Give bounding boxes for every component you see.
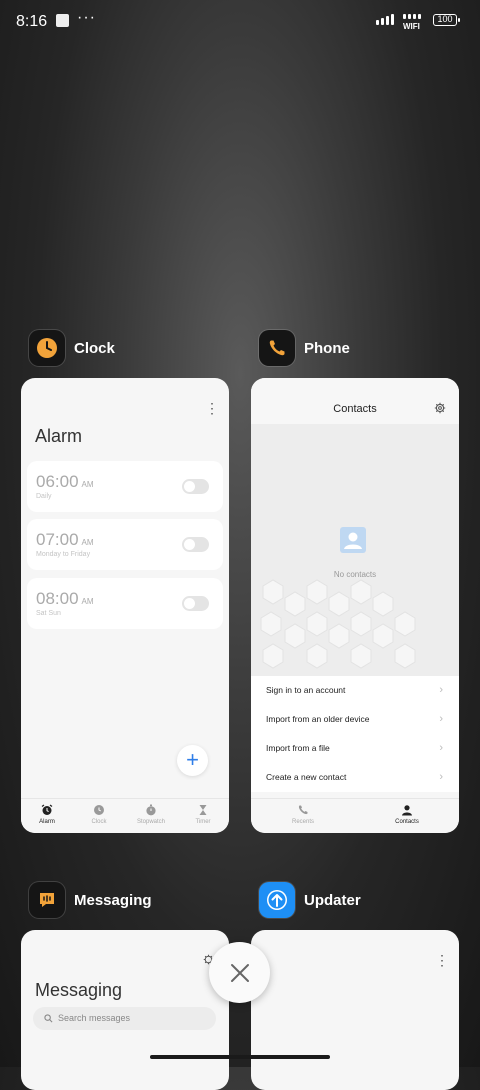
messaging-icon	[29, 882, 65, 918]
create-contact-item[interactable]: Create a new contact ›	[251, 763, 459, 792]
chevron-right-icon: ›	[439, 771, 443, 783]
phone-app-card[interactable]: Contacts No contacts Sign in to an accou…	[251, 378, 459, 833]
contact-placeholder-icon	[340, 527, 366, 553]
contacts-title: Contacts	[333, 403, 377, 415]
nav-alarm[interactable]: Alarm	[21, 799, 73, 833]
alarm-toggle[interactable]	[182, 479, 209, 494]
contacts-action-list: Sign in to an account › Import from an ol…	[251, 676, 459, 792]
alarm-repeat: Sat Sun	[36, 610, 61, 617]
clock-bottom-nav: Alarm Clock Stopwatch Timer	[21, 798, 229, 833]
close-icon	[230, 963, 249, 982]
alarm-time: 07:00 AM	[36, 530, 94, 549]
no-contacts-label: No contacts	[333, 570, 377, 579]
app-name: Updater	[304, 891, 361, 909]
messaging-app-card[interactable]: Messaging Search messages	[21, 930, 229, 1090]
contacts-header: Contacts	[251, 378, 459, 424]
chevron-right-icon: ›	[439, 742, 443, 754]
home-indicator[interactable]	[150, 1055, 330, 1059]
nav-recents[interactable]: Recents	[251, 799, 355, 833]
app-name: Clock	[74, 339, 115, 357]
alarm-title: Alarm	[35, 426, 83, 446]
chevron-right-icon: ›	[439, 684, 443, 696]
alarm-item[interactable]: 07:00 AM Monday to Friday	[27, 519, 223, 570]
import-older-device-item[interactable]: Import from an older device ›	[251, 705, 459, 734]
updater-app-card[interactable]: ⋮	[251, 930, 459, 1090]
alarm-repeat: Monday to Friday	[36, 551, 91, 558]
contacts-empty-area: No contacts	[251, 424, 459, 676]
phone-icon	[259, 330, 295, 366]
search-icon	[44, 1014, 53, 1023]
app-header-updater[interactable]: Updater	[259, 882, 361, 918]
status-bar: 8:16 ··· WIFI 100	[0, 0, 480, 44]
phone-recents-icon	[298, 805, 308, 815]
settings-gear-icon[interactable]	[434, 402, 446, 414]
messaging-title: Messaging	[35, 980, 123, 1000]
phone-bottom-nav: Recents Contacts	[251, 798, 459, 833]
alarm-item[interactable]: 06:00 AM Daily	[27, 461, 223, 512]
stopwatch-icon	[146, 804, 156, 816]
more-options-icon[interactable]: ⋮	[435, 952, 449, 969]
hexagon-pattern	[260, 579, 416, 669]
alarm-time: 06:00 AM	[36, 472, 94, 491]
clock-app-card[interactable]: ⋮ Alarm 06:00 AM Daily 07:00 AM Monday to …	[21, 378, 229, 833]
notification-icon	[56, 14, 69, 27]
person-icon	[402, 805, 412, 816]
hourglass-icon	[199, 805, 207, 815]
alarm-icon	[41, 804, 53, 815]
more-options-icon[interactable]: ⋮	[205, 400, 219, 417]
nav-clock[interactable]: Clock	[73, 799, 125, 833]
search-messages-input[interactable]: Search messages	[33, 1007, 216, 1030]
wifi-signal-icon	[403, 14, 421, 19]
chevron-right-icon: ›	[439, 713, 443, 725]
nav-stopwatch[interactable]: Stopwatch	[125, 799, 177, 833]
app-name: Messaging	[74, 891, 152, 909]
app-header-phone[interactable]: Phone	[259, 330, 350, 366]
updater-icon	[259, 882, 295, 918]
clock-icon	[29, 330, 65, 366]
app-name: Phone	[304, 339, 350, 357]
clock-icon	[94, 805, 104, 815]
nav-contacts[interactable]: Contacts	[355, 799, 459, 833]
sign-in-account-item[interactable]: Sign in to an account ›	[251, 676, 459, 705]
app-header-messaging[interactable]: Messaging	[29, 882, 152, 918]
import-file-item[interactable]: Import from a file ›	[251, 734, 459, 763]
alarm-item[interactable]: 08:00 AM Sat Sun	[27, 578, 223, 629]
app-header-clock[interactable]: Clock	[29, 330, 115, 366]
alarm-repeat: Daily	[36, 493, 52, 500]
add-alarm-button[interactable]: +	[177, 745, 208, 776]
status-time: 8:16	[16, 13, 48, 30]
search-placeholder: Search messages	[58, 1013, 131, 1023]
alarm-time: 08:00 AM	[36, 589, 94, 608]
wifi-label: WIFI	[403, 22, 420, 31]
alarm-toggle[interactable]	[182, 537, 209, 552]
close-all-button[interactable]	[209, 942, 270, 1003]
signal-icon	[376, 14, 394, 25]
alarm-toggle[interactable]	[182, 596, 209, 611]
more-notifications-icon: ···	[77, 9, 96, 26]
nav-timer[interactable]: Timer	[177, 799, 229, 833]
battery-icon: 100	[433, 14, 460, 26]
